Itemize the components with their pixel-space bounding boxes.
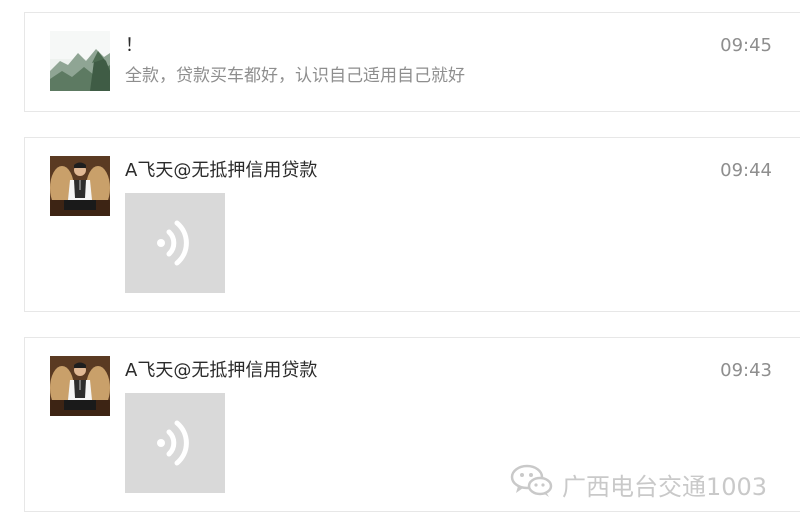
message-feed: ！ 全款，贷款买车都好，认识自己适用自己就好 09:45 A飞天@无抵押信用贷款… xyxy=(0,0,800,524)
message-time: 09:43 xyxy=(720,360,772,381)
message-card[interactable]: ！ 全款，贷款买车都好，认识自己适用自己就好 09:45 xyxy=(24,12,800,112)
person-avatar-icon[interactable] xyxy=(50,356,110,416)
message-time: 09:45 xyxy=(720,35,772,56)
voice-message-icon[interactable] xyxy=(125,193,225,293)
message-time: 09:44 xyxy=(720,160,772,181)
message-preview: 全款，贷款买车都好，认识自己适用自己就好 xyxy=(125,66,465,86)
message-card[interactable]: A飞天@无抵押信用贷款 09:44 xyxy=(24,137,800,312)
watermark-text: 广西电台交通1003 xyxy=(562,472,768,501)
landscape-avatar-icon[interactable] xyxy=(50,31,110,91)
voice-message-icon[interactable] xyxy=(125,393,225,493)
person-avatar-icon[interactable] xyxy=(50,156,110,216)
sender-name: A飞天@无抵押信用贷款 xyxy=(125,160,318,181)
wechat-logo-icon xyxy=(510,463,554,505)
watermark: 广西电台交通1003 xyxy=(510,464,767,504)
sender-name: A飞天@无抵押信用贷款 xyxy=(125,360,318,381)
sender-name: ！ xyxy=(125,35,143,56)
